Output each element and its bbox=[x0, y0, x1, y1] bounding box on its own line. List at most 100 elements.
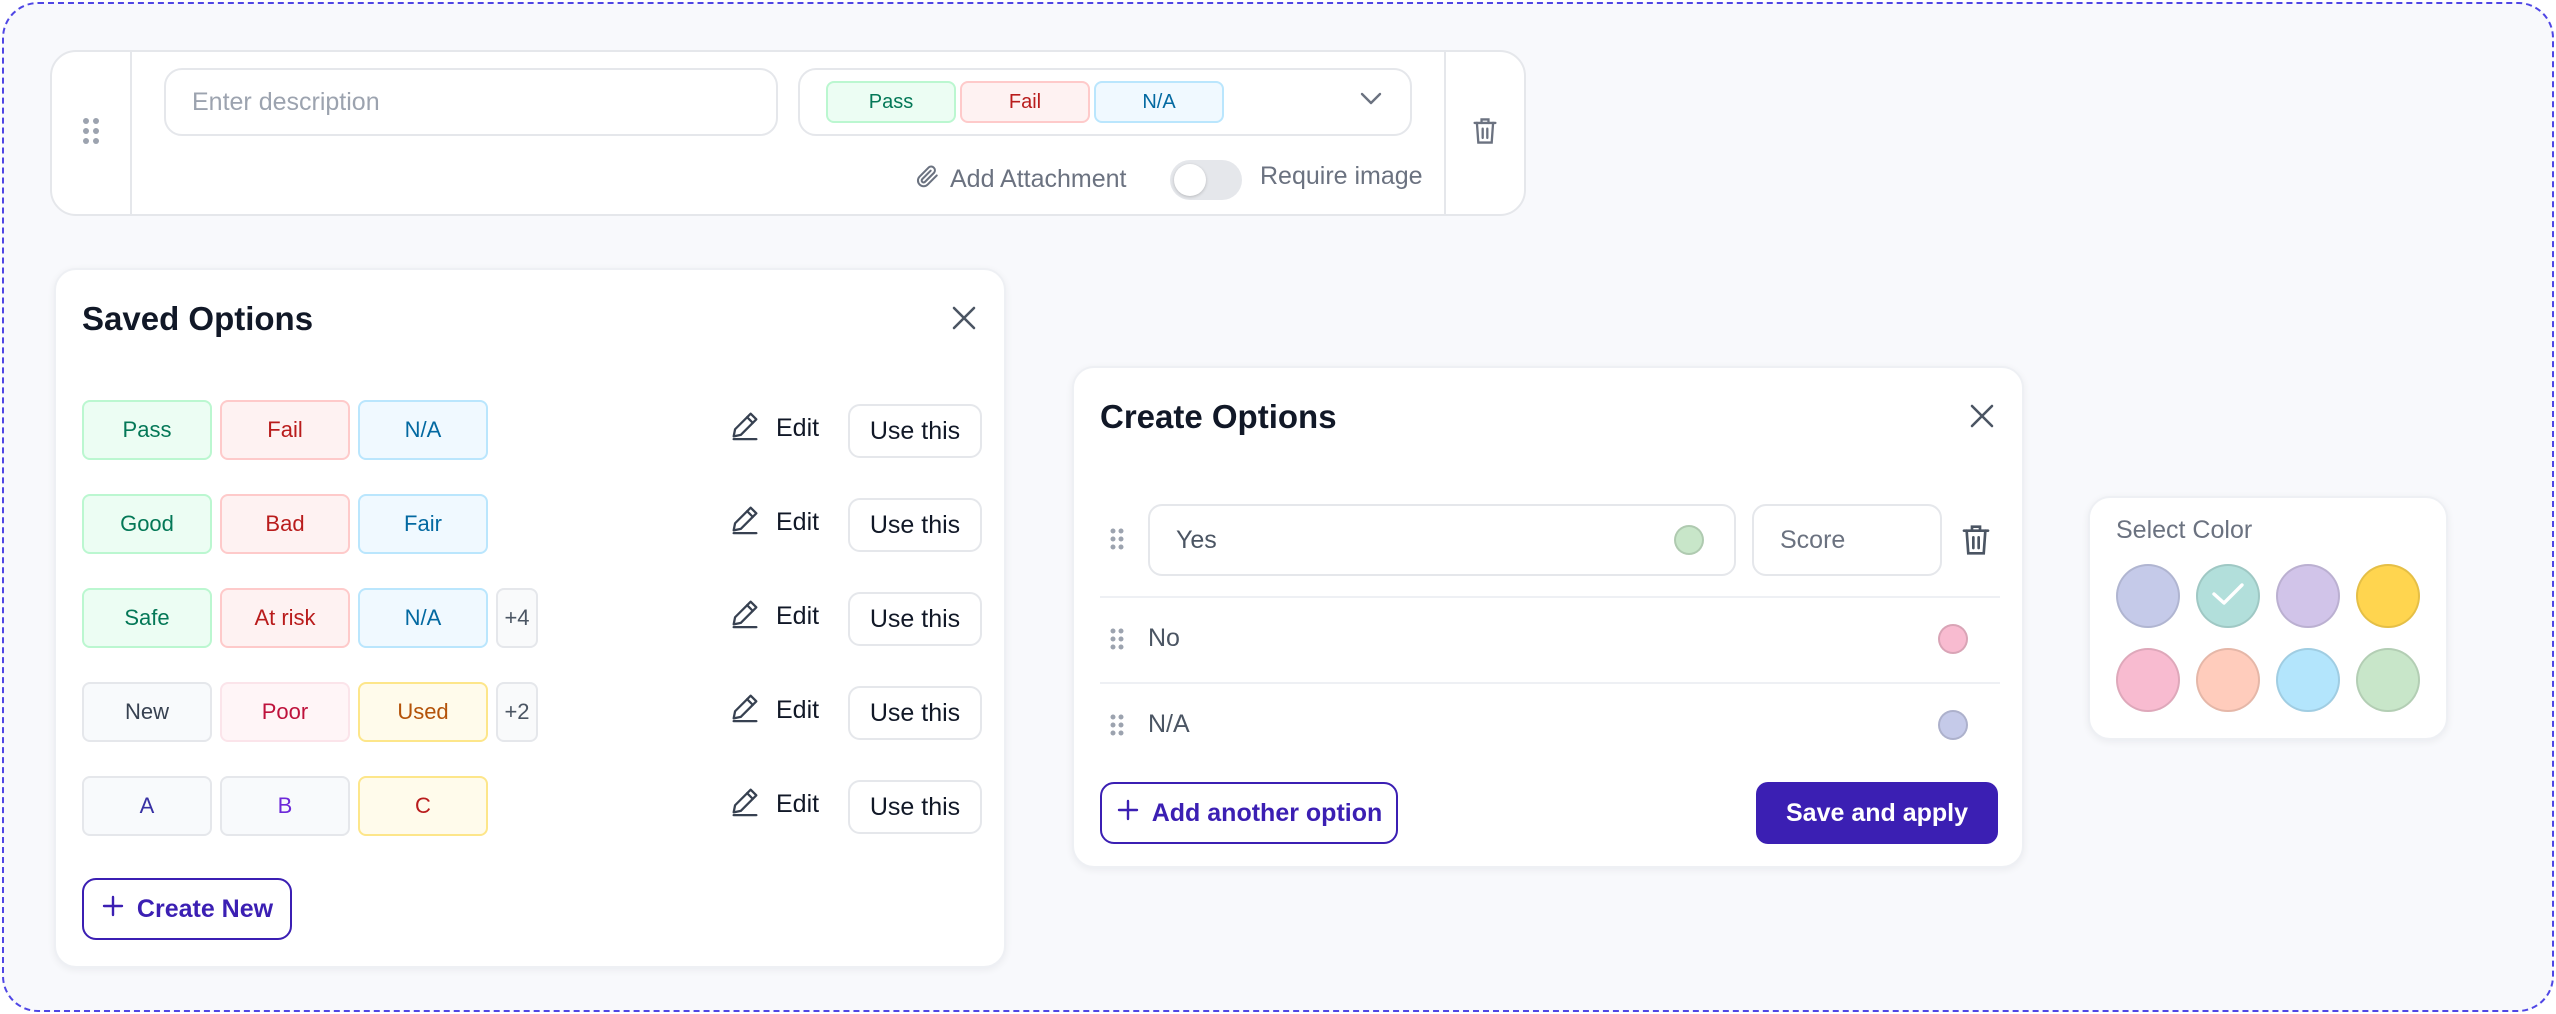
edit-option-set-button[interactable]: Edit bbox=[728, 784, 819, 825]
check-icon bbox=[2210, 580, 2246, 613]
pencil-icon bbox=[728, 408, 762, 449]
option-label[interactable]: No bbox=[1148, 624, 1180, 653]
plus-icon bbox=[1116, 798, 1140, 829]
close-icon bbox=[1969, 403, 1995, 434]
response-type-select[interactable]: Pass Fail N/A bbox=[798, 68, 1412, 136]
use-this-button[interactable]: Use this bbox=[848, 404, 982, 458]
option-input-group bbox=[1148, 504, 1736, 576]
color-swatch[interactable] bbox=[2116, 564, 2180, 628]
color-picker-title: Select Color bbox=[2116, 516, 2253, 544]
saved-options-title: Saved Options bbox=[82, 300, 314, 337]
save-and-apply-button[interactable]: Save and apply bbox=[1756, 782, 1998, 844]
saved-option-chip: C bbox=[358, 776, 488, 836]
require-image-label: Require image bbox=[1260, 162, 1423, 190]
edit-option-set-button[interactable]: Edit bbox=[728, 408, 819, 449]
pencil-icon bbox=[728, 596, 762, 637]
add-another-option-button[interactable]: Add another option bbox=[1100, 782, 1398, 844]
drag-grip-icon[interactable] bbox=[1110, 714, 1124, 741]
color-swatch[interactable] bbox=[2196, 648, 2260, 712]
score-input[interactable] bbox=[1752, 504, 1942, 576]
saved-option-chip: B bbox=[220, 776, 350, 836]
close-saved-options-button[interactable] bbox=[944, 300, 984, 340]
saved-option-chip: N/A bbox=[358, 400, 488, 460]
delete-question-button[interactable] bbox=[1444, 52, 1524, 214]
add-another-option-label: Add another option bbox=[1151, 798, 1383, 827]
saved-option-chips: ABC bbox=[82, 776, 488, 836]
saved-option-chip: New bbox=[82, 682, 212, 742]
saved-option-row: Pass Fail N/A Edit Use this bbox=[82, 400, 982, 462]
option-label[interactable]: N/A bbox=[1148, 710, 1190, 739]
edit-label: Edit bbox=[776, 602, 820, 630]
option-name-input[interactable] bbox=[1150, 506, 1670, 574]
saved-option-row: Safe At risk N/A +4 Edit Use this bbox=[82, 588, 982, 650]
edit-option-set-button[interactable]: Edit bbox=[728, 596, 819, 637]
option-divider bbox=[1100, 596, 2000, 598]
drag-handle[interactable] bbox=[52, 52, 132, 214]
color-swatch[interactable] bbox=[2356, 648, 2420, 712]
canvas-frame: PassFailN/A Add Attachment Require image… bbox=[2, 2, 2554, 1012]
saved-option-chip: Good bbox=[82, 494, 212, 554]
close-create-options-button[interactable] bbox=[1962, 398, 2002, 438]
edit-label: Edit bbox=[776, 696, 820, 724]
saved-option-chip: Safe bbox=[82, 588, 212, 648]
drag-grip-icon bbox=[83, 117, 99, 149]
pencil-icon bbox=[728, 784, 762, 825]
saved-options-panel: Saved Options Pass Fail N/A Edit Use this Goo… bbox=[54, 268, 1006, 968]
use-this-button[interactable]: Use this bbox=[848, 686, 982, 740]
edit-option-set-button[interactable]: Edit bbox=[728, 502, 819, 543]
edit-label: Edit bbox=[776, 414, 820, 442]
create-options-panel: Create Options No N/A Add another option bbox=[1072, 366, 2024, 868]
response-chip: Pass bbox=[826, 81, 956, 123]
edit-label: Edit bbox=[776, 790, 820, 818]
drag-grip-icon[interactable] bbox=[1110, 628, 1124, 655]
saved-option-chips: New Poor Used +2 bbox=[82, 682, 538, 742]
saved-option-chip: Pass bbox=[82, 400, 212, 460]
saved-option-chip: Fair bbox=[358, 494, 488, 554]
trash-icon bbox=[1471, 116, 1499, 151]
paperclip-icon bbox=[914, 162, 940, 197]
option-color-dot[interactable] bbox=[1674, 525, 1704, 555]
saved-option-chip: Poor bbox=[220, 682, 350, 742]
delete-option-button[interactable] bbox=[1960, 522, 1992, 563]
saved-option-chip: At risk bbox=[220, 588, 350, 648]
use-this-button[interactable]: Use this bbox=[848, 780, 982, 834]
option-divider bbox=[1100, 682, 2000, 684]
drag-grip-icon[interactable] bbox=[1110, 528, 1124, 555]
add-attachment-button[interactable]: Add Attachment bbox=[914, 162, 1127, 197]
response-chip: Fail bbox=[960, 81, 1090, 123]
edit-option-set-button[interactable]: Edit bbox=[728, 690, 819, 731]
checklist-question-row: PassFailN/A Add Attachment Require image bbox=[50, 50, 1526, 216]
option-color-dot[interactable] bbox=[1938, 624, 1968, 654]
saved-option-row: A B C Edit Use this bbox=[82, 776, 982, 838]
edit-label: Edit bbox=[776, 508, 820, 536]
color-swatch[interactable] bbox=[2356, 564, 2420, 628]
use-this-button[interactable]: Use this bbox=[848, 592, 982, 646]
close-icon bbox=[951, 305, 977, 336]
saved-option-chips: Pass Fail N/A bbox=[82, 400, 488, 460]
saved-option-chip: A bbox=[82, 776, 212, 836]
color-swatch[interactable] bbox=[2276, 564, 2340, 628]
saved-option-chip: Fail bbox=[220, 400, 350, 460]
create-options-title: Create Options bbox=[1100, 398, 1337, 435]
chevron-down-icon bbox=[1360, 92, 1382, 111]
plus-icon bbox=[101, 894, 125, 925]
saved-option-chip: Used bbox=[358, 682, 488, 742]
create-new-button[interactable]: Create New bbox=[82, 878, 292, 940]
more-options-badge: +2 bbox=[496, 682, 538, 742]
use-this-button[interactable]: Use this bbox=[848, 498, 982, 552]
require-image-toggle[interactable] bbox=[1170, 160, 1242, 200]
color-picker-panel: Select Color bbox=[2088, 496, 2448, 740]
description-input[interactable] bbox=[164, 68, 778, 136]
response-chip: N/A bbox=[1094, 81, 1224, 123]
more-options-badge: +4 bbox=[496, 588, 538, 648]
trash-icon bbox=[1960, 525, 1992, 562]
saved-option-chip: N/A bbox=[358, 588, 488, 648]
saved-option-chip: Bad bbox=[220, 494, 350, 554]
color-swatch[interactable] bbox=[2116, 648, 2180, 712]
create-new-label: Create New bbox=[136, 894, 274, 923]
toggle-knob bbox=[1174, 164, 1206, 196]
color-swatch[interactable] bbox=[2196, 564, 2260, 628]
option-color-dot[interactable] bbox=[1938, 710, 1968, 740]
pencil-icon bbox=[728, 690, 762, 731]
color-swatch[interactable] bbox=[2276, 648, 2340, 712]
